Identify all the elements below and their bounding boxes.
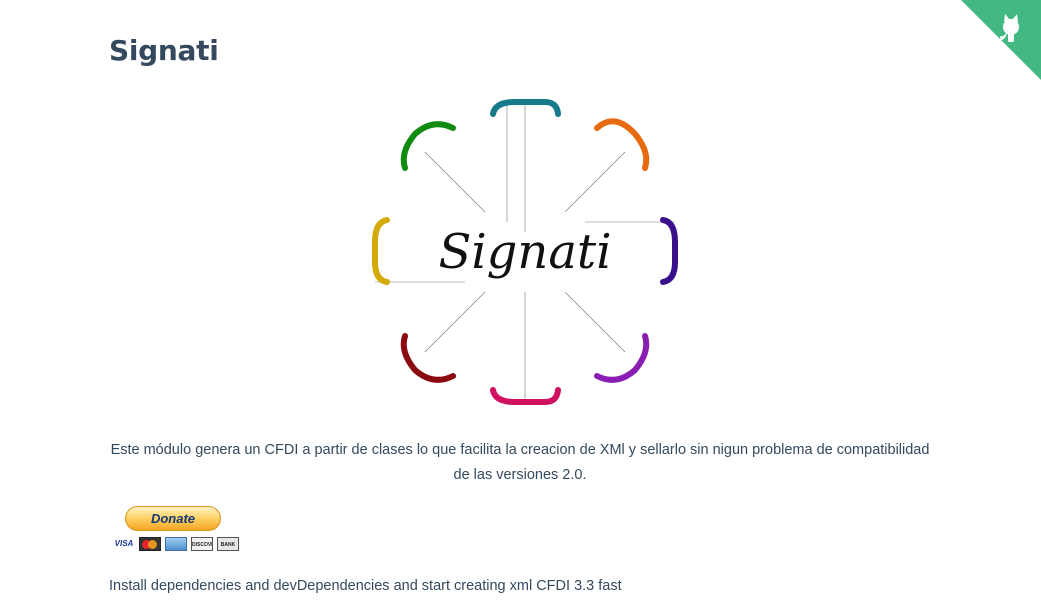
petal-bottom-right: [594, 333, 650, 383]
donate-button[interactable]: Donate: [125, 506, 221, 531]
petal-top-left: [400, 121, 456, 171]
github-corner-link[interactable]: [961, 0, 1041, 80]
petal-left: [372, 217, 390, 285]
mastercard-icon: [139, 537, 161, 551]
signati-logo: Signati: [372, 99, 678, 405]
visa-card-icon: VISA: [114, 539, 134, 548]
page-title: Signati: [109, 34, 219, 67]
amex-card-icon: [165, 537, 187, 551]
logo-text: Signati: [438, 224, 611, 280]
payment-cards: VISA DISCOVER BANK: [113, 537, 239, 551]
discover-card-icon: DISCOVER: [191, 537, 213, 551]
petal-top: [490, 99, 561, 117]
petal-right: [660, 217, 678, 285]
petal-bottom-left: [400, 333, 456, 383]
petal-bottom: [490, 387, 561, 405]
petal-top-right: [594, 118, 650, 171]
module-description: Este módulo genera un CFDI a partir de c…: [110, 442, 930, 483]
install-text: Install dependencies and devDependencies…: [109, 578, 622, 594]
bank-icon: BANK: [217, 537, 239, 551]
